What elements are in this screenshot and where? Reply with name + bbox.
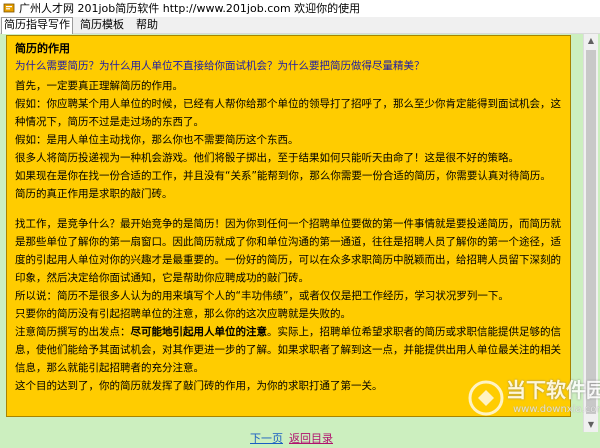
menu-bar: 简历指导写作 简历模板 帮助 — [0, 17, 600, 34]
scroll-thumb[interactable] — [586, 50, 596, 414]
article-heading: 简历的作用 — [15, 42, 70, 55]
menu-help[interactable]: 帮助 — [134, 18, 160, 32]
article-question: 为什么需要简历？为什么用人单位不直接给你面试机会？为什么要把简历做得尽量精美？ — [15, 60, 425, 72]
paragraph: 首先，一定要真正理解简历的作用。 — [15, 80, 183, 92]
menu-resume-guide[interactable]: 简历指导写作 — [1, 17, 73, 34]
next-page-link[interactable]: 下一页 — [250, 432, 283, 446]
app-icon — [3, 3, 15, 13]
article-panel: 简历的作用 为什么需要简历？为什么用人单位不直接给你面试机会？为什么要把简历做得… — [6, 35, 571, 417]
article-body: 首先，一定要真正理解简历的作用。 假如：你应聘某个用人单位的时候，已经有人帮你给… — [15, 77, 563, 395]
emphasis-paragraph: 注意简历撰写的出发点：尽可能地引起用人单位的注意。实际上，招聘单位希望求职者的简… — [15, 323, 563, 377]
emphasis-bold: 尽可能地引起用人单位的注意 — [130, 326, 268, 338]
paragraph: 假如：是用人单位主动找你，那么你也不需要简历这个东西。 — [15, 134, 299, 146]
watermark-site-name: 当下软件园 — [506, 378, 600, 402]
window-title: 广州人才网 201job简历软件 http://www.201job.com 欢… — [19, 2, 361, 15]
paragraph: 很多人将简历投递视为一种机会游戏。他们将骰子掷出，至于结果如何只能听天由命了！这… — [15, 152, 519, 164]
page-navigation: 下一页 返回目录 — [0, 432, 600, 448]
paragraph: 只要你的简历没有引起招聘单位的注意，那么你的这次应聘就是失败的。 — [15, 308, 351, 320]
paragraph: 简历的真正作用是求职的敲门砖。 — [15, 188, 173, 200]
paragraph: 如果现在是你在找一份合适的工作，并且没有“关系”能帮到你，那么你需要一份合适的简… — [15, 170, 551, 182]
watermark-domain: www.downxia.com — [513, 404, 600, 415]
scroll-up-icon[interactable]: ▲ — [584, 34, 598, 48]
title-bar: 广州人才网 201job简历软件 http://www.201job.com 欢… — [0, 0, 600, 17]
emphasis-prefix: 注意简历撰写的出发点： — [15, 326, 131, 338]
paragraph: 找工作，是竞争什么？最开始竞争的是简历！因为你到任何一个招聘单位要做的第一件事情… — [15, 218, 561, 284]
menu-resume-templates[interactable]: 简历模板 — [78, 18, 126, 32]
paragraph: 所以说：简历不是很多人认为的用来填写个人的“丰功伟绩”，或者仅仅是把工作经历，学… — [15, 290, 509, 302]
vertical-scrollbar[interactable]: ▲ ▼ — [583, 34, 598, 432]
watermark-logo-icon — [468, 380, 504, 416]
paragraph: 假如：你应聘某个用人单位的时候，已经有人帮你给那个单位的领导打了招呼了，那么至少… — [15, 98, 561, 128]
back-to-contents-link[interactable]: 返回目录 — [289, 432, 333, 446]
site-watermark: 当下软件园 www.downxia.com — [468, 378, 600, 422]
